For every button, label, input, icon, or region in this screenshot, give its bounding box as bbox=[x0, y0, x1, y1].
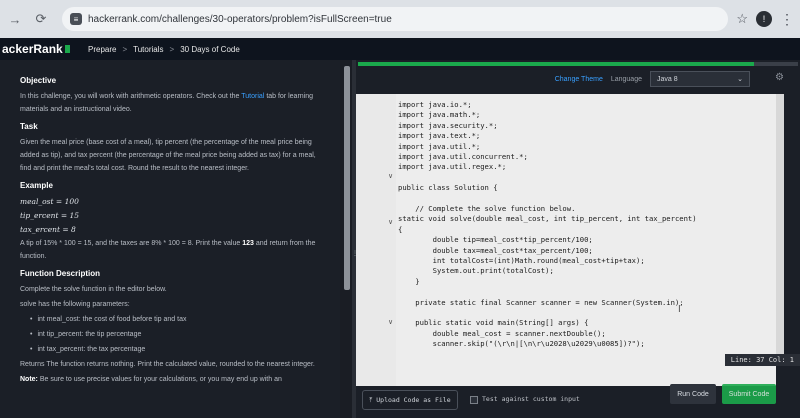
objective-heading: Objective bbox=[20, 76, 57, 85]
code-line: public class Solution { bbox=[398, 183, 498, 193]
code-line: double tip=meal_cost*tip_percent/100; bbox=[398, 235, 593, 245]
site-info-icon[interactable]: ≡ bbox=[70, 13, 82, 25]
params-list: int meal_cost: the cost of food before t… bbox=[30, 313, 340, 356]
browser-menu-icon[interactable]: ⋮ bbox=[780, 11, 794, 28]
code-line: // Complete the solve function below. bbox=[398, 204, 576, 213]
returns-text: Returns The function returns nothing. Pr… bbox=[20, 361, 315, 368]
objective-text: In this challenge, you will work with ar… bbox=[20, 90, 320, 116]
code-line: import java.text.*; bbox=[398, 131, 481, 141]
crumb-30-days[interactable]: 30 Days of Code bbox=[180, 45, 240, 54]
tutorial-link[interactable]: Tutorial bbox=[241, 93, 264, 100]
progress-fill bbox=[358, 62, 754, 66]
language-label: Language bbox=[610, 75, 642, 83]
code-editor[interactable]: ∨ ∨ ∨ I import java.io.*; import java.mat… bbox=[356, 94, 776, 386]
chevron-right-icon: > bbox=[122, 44, 128, 54]
arrow-right-icon[interactable]: → bbox=[6, 10, 24, 28]
example-tip-percent: tip_ercent = 15 bbox=[20, 211, 80, 220]
browser-toolbar: → ⟳ ≡ hackerrank.com/challenges/30-opera… bbox=[0, 0, 800, 38]
code-line: private static final Scanner scanner = n… bbox=[398, 297, 684, 307]
example-value: 123 bbox=[242, 240, 254, 247]
code-line: import java.io.*; bbox=[398, 100, 472, 109]
url-text: hackerrank.com/challenges/30-operators/p… bbox=[88, 13, 392, 25]
bookmark-star-icon[interactable]: ☆ bbox=[736, 11, 748, 27]
code-line: double meal_cost = scanner.nextDouble(); bbox=[398, 328, 606, 338]
code-line: import java.util.*; bbox=[398, 141, 481, 151]
logo[interactable]: ackerRank bbox=[0, 42, 78, 56]
code-line: { bbox=[398, 224, 403, 234]
run-code-button[interactable]: Run Code bbox=[670, 384, 716, 404]
crumb-prepare[interactable]: Prepare bbox=[88, 45, 116, 54]
example-explain-1: A tip of 15% * 100 = 15, and the taxes a… bbox=[20, 240, 241, 247]
editor-scrollbar[interactable] bbox=[776, 94, 784, 354]
address-bar[interactable]: ≡ hackerrank.com/challenges/30-operators… bbox=[62, 7, 729, 31]
code-line: import java.security.*; bbox=[398, 120, 498, 130]
logo-mark bbox=[64, 45, 70, 53]
upload-icon: ⤒ bbox=[369, 395, 373, 404]
problem-description: Objective In this challenge, you will wo… bbox=[0, 60, 340, 418]
gutter bbox=[356, 94, 396, 386]
chevron-right-icon: > bbox=[169, 44, 175, 54]
code-line: import java.math.*; bbox=[398, 110, 481, 120]
progress-bar bbox=[358, 62, 798, 66]
chevron-down-icon: ⌄ bbox=[737, 76, 743, 83]
list-item: int tip_percent: the tip percentage bbox=[30, 328, 340, 341]
change-theme-link[interactable]: Change Theme bbox=[555, 76, 603, 83]
objective-text-1: In this challenge, you will work with ar… bbox=[20, 93, 240, 100]
site-header: ackerRank Prepare > Tutorials > 30 Days … bbox=[0, 38, 800, 60]
code-line: static void solve(double meal_cost, int … bbox=[398, 214, 697, 224]
language-value: Java 8 bbox=[657, 75, 678, 83]
editor-panel: Change Theme Language Java 8 ⌄ ⚙ ∨ ∨ ∨ I… bbox=[356, 60, 800, 418]
code-line: } bbox=[398, 276, 420, 286]
code-line: import java.util.concurrent.*; bbox=[398, 152, 528, 161]
gear-icon[interactable]: ⚙ bbox=[775, 72, 784, 83]
line-indicator: Line: 37 Col: 1 bbox=[724, 354, 800, 366]
task-heading: Task bbox=[20, 122, 38, 131]
scrollbar[interactable] bbox=[344, 66, 350, 290]
logo-text: ackerRank bbox=[2, 42, 63, 56]
submit-code-button[interactable]: Submit Code bbox=[722, 384, 776, 404]
custom-input-checkbox[interactable] bbox=[470, 396, 478, 404]
code-line: System.out.print(totalCost); bbox=[398, 266, 554, 276]
fold-toggle-icon[interactable]: ∨ bbox=[388, 172, 393, 180]
code-line: double tax=meal_cost*tax_percent/100; bbox=[398, 245, 593, 255]
upload-code-button[interactable]: ⤒ Upload Code as File bbox=[362, 390, 458, 410]
example-explanation: A tip of 15% * 100 = 15, and the taxes a… bbox=[20, 237, 320, 263]
list-item: int meal_cost: the cost of food before t… bbox=[30, 313, 340, 326]
params-intro: solve has the following parameters: bbox=[20, 301, 130, 308]
example-meal-cost: meal_ost = 100 bbox=[20, 197, 79, 206]
crumb-tutorials[interactable]: Tutorials bbox=[133, 45, 163, 54]
function-text: Complete the solve function in the edito… bbox=[20, 286, 167, 293]
editor-toolbar: Change Theme Language Java 8 ⌄ bbox=[356, 68, 800, 90]
reload-icon[interactable]: ⟳ bbox=[32, 10, 50, 28]
example-tax-percent: tax_ercent = 8 bbox=[20, 225, 76, 234]
note-body: Be sure to use precise values for your c… bbox=[39, 376, 282, 383]
custom-input-label[interactable]: Test against custom input bbox=[482, 395, 580, 403]
example-heading: Example bbox=[20, 181, 53, 190]
note-text: Note: Be sure to use precise values for … bbox=[20, 373, 320, 386]
breadcrumb: Prepare > Tutorials > 30 Days of Code bbox=[88, 45, 240, 54]
function-heading: Function Description bbox=[20, 269, 100, 278]
fold-toggle-icon[interactable]: ∨ bbox=[388, 218, 393, 226]
code-line: import java.util.regex.*; bbox=[398, 162, 507, 172]
code-line: scanner.skip("(\r\n|[\n\r\u2028\u2029\u0… bbox=[398, 339, 645, 349]
fold-toggle-icon[interactable]: ∨ bbox=[388, 318, 393, 326]
code-line: public static void main(String[] args) { bbox=[398, 318, 589, 328]
list-item: int tax_percent: the tax percentage bbox=[30, 343, 340, 356]
upload-label: Upload Code as File bbox=[376, 396, 451, 404]
code-line: int totalCost=(int)Math.round(meal_cost+… bbox=[398, 256, 645, 265]
language-select[interactable]: Java 8 ⌄ bbox=[650, 71, 750, 87]
note-label: Note: bbox=[20, 376, 38, 383]
extension-icon[interactable]: ! bbox=[756, 11, 772, 27]
task-text: Given the meal price (base cost of a mea… bbox=[20, 139, 316, 172]
